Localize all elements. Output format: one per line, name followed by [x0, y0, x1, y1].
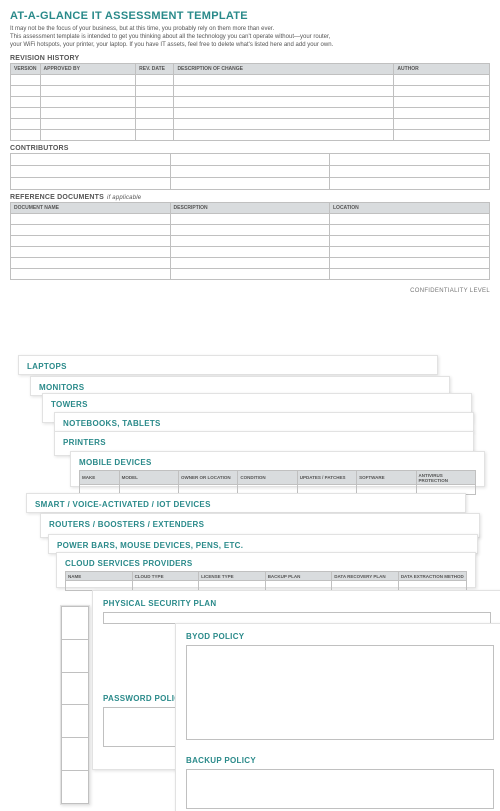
- card-title-towers: TOWERS: [51, 400, 463, 409]
- contributors-table: [10, 153, 490, 190]
- card-title-printers: PRINTERS: [63, 438, 465, 447]
- card-column-bg: [60, 605, 90, 805]
- card-title-physical: PHYSICAL SECURITY PLAN: [103, 599, 491, 608]
- mobile-devices-table: MAKE MODEL OWNER OR LOCATION CONDITION U…: [79, 470, 476, 495]
- table-row: [11, 119, 490, 130]
- col-cloud-type: CLOUD TYPE: [132, 572, 199, 581]
- card-smart-iot: SMART / VOICE-ACTIVATED / IoT DEVICES: [26, 493, 466, 513]
- card-power-bars: POWER BARS, MOUSE DEVICES, PENS, ETC.: [48, 534, 478, 554]
- col-approved-by: APPROVED BY: [40, 64, 136, 75]
- col-doc-name: DOCUMENT NAME: [11, 203, 171, 214]
- page-main: AT-A-GLANCE IT ASSESSMENT TEMPLATE It ma…: [0, 0, 500, 304]
- desc-line2: This assessment template is intended to …: [10, 34, 490, 42]
- card-cloud-providers: CLOUD SERVICES PROVIDERS NAME CLOUD TYPE…: [56, 552, 476, 588]
- col-desc-change: DESCRIPTION OF CHANGE: [174, 64, 394, 75]
- col-location: LOCATION: [330, 203, 490, 214]
- revision-history-table: VERSION APPROVED BY REV. DATE DESCRIPTIO…: [10, 63, 490, 141]
- col-software: SOFTWARE: [357, 471, 416, 485]
- confidentiality-label: CONFIDENTIALITY LEVEL: [10, 288, 490, 294]
- table-row: [11, 247, 490, 258]
- table-row: [11, 108, 490, 119]
- table-row: [11, 97, 490, 108]
- card-byod-backup: BYOD POLICY BACKUP POLICY: [175, 623, 500, 811]
- backup-box: [186, 769, 494, 809]
- desc-line3: your WiFi hotspots, your printer, your l…: [10, 42, 490, 50]
- reference-docs-sub: if applicable: [107, 195, 141, 201]
- table-row: [11, 236, 490, 247]
- table-row: [11, 130, 490, 141]
- card-laptops: LAPTOPS: [18, 355, 438, 375]
- col-description: DESCRIPTION: [170, 203, 330, 214]
- table-row: [62, 607, 89, 640]
- table-row: [62, 705, 89, 738]
- table-row: [11, 269, 490, 280]
- contributors-label: CONTRIBUTORS: [10, 145, 490, 152]
- bg-table: [61, 606, 89, 804]
- col-backup-plan: BACKUP PLAN: [265, 572, 332, 581]
- table-row: [62, 738, 89, 771]
- stacked-cards-area: LAPTOPS MONITORS TOWERS NOTEBOOKS, TABLE…: [0, 345, 500, 811]
- card-title-backup: BACKUP POLICY: [186, 756, 494, 765]
- col-data-extraction: DATA EXTRACTION METHOD: [398, 572, 466, 581]
- col-make: MAKE: [80, 471, 120, 485]
- table-row: [62, 771, 89, 804]
- reference-docs-text: REFERENCE DOCUMENTS: [10, 194, 104, 201]
- col-condition: CONDITION: [238, 471, 297, 485]
- reference-docs-label: REFERENCE DOCUMENTS if applicable: [10, 194, 490, 201]
- col-license-type: LICENSE TYPE: [199, 572, 266, 581]
- table-row: [11, 258, 490, 269]
- card-mobile-devices: MOBILE DEVICES MAKE MODEL OWNER OR LOCAT…: [70, 451, 485, 487]
- col-author: AUTHOR: [394, 64, 490, 75]
- card-notebooks: NOTEBOOKS, TABLETS: [54, 412, 474, 432]
- doc-description: It may not be the focus of your business…: [10, 26, 490, 49]
- col-updates: UPDATES / PATCHES: [297, 471, 356, 485]
- col-model: MODEL: [119, 471, 178, 485]
- table-row: [11, 178, 490, 190]
- table-row: [11, 166, 490, 178]
- card-title-mobile: MOBILE DEVICES: [79, 458, 476, 467]
- table-row: [62, 639, 89, 672]
- table-row: [11, 225, 490, 236]
- table-row: [66, 581, 467, 591]
- desc-line1: It may not be the focus of your business…: [10, 26, 490, 34]
- col-rev-date: REV. DATE: [136, 64, 174, 75]
- card-title-byod: BYOD POLICY: [186, 632, 494, 641]
- col-name: NAME: [66, 572, 133, 581]
- byod-box: [186, 645, 494, 740]
- table-row: [11, 154, 490, 166]
- col-antivirus: ANTIVIRUS PROTECTION: [416, 471, 475, 485]
- card-title-power: POWER BARS, MOUSE DEVICES, PENS, ETC.: [57, 541, 469, 550]
- reference-docs-table: DOCUMENT NAME DESCRIPTION LOCATION: [10, 202, 490, 280]
- table-row: [11, 214, 490, 225]
- doc-title: AT-A-GLANCE IT ASSESSMENT TEMPLATE: [10, 10, 490, 22]
- col-owner: OWNER OR LOCATION: [178, 471, 237, 485]
- card-title-monitors: MONITORS: [39, 383, 441, 392]
- table-row: [11, 86, 490, 97]
- card-title-cloud: CLOUD SERVICES PROVIDERS: [65, 559, 467, 568]
- table-row: [62, 672, 89, 705]
- card-title-routers: ROUTERS / BOOSTERS / EXTENDERS: [49, 520, 471, 529]
- card-title-laptops: LAPTOPS: [27, 362, 429, 371]
- card-title-smart: SMART / VOICE-ACTIVATED / IoT DEVICES: [35, 500, 457, 509]
- col-data-recovery: DATA RECOVERY PLAN: [332, 572, 399, 581]
- table-row: [11, 75, 490, 86]
- col-version: VERSION: [11, 64, 41, 75]
- cloud-providers-table: NAME CLOUD TYPE LICENSE TYPE BACKUP PLAN…: [65, 571, 467, 591]
- card-title-notebooks: NOTEBOOKS, TABLETS: [63, 419, 465, 428]
- revision-history-label: REVISION HISTORY: [10, 55, 490, 62]
